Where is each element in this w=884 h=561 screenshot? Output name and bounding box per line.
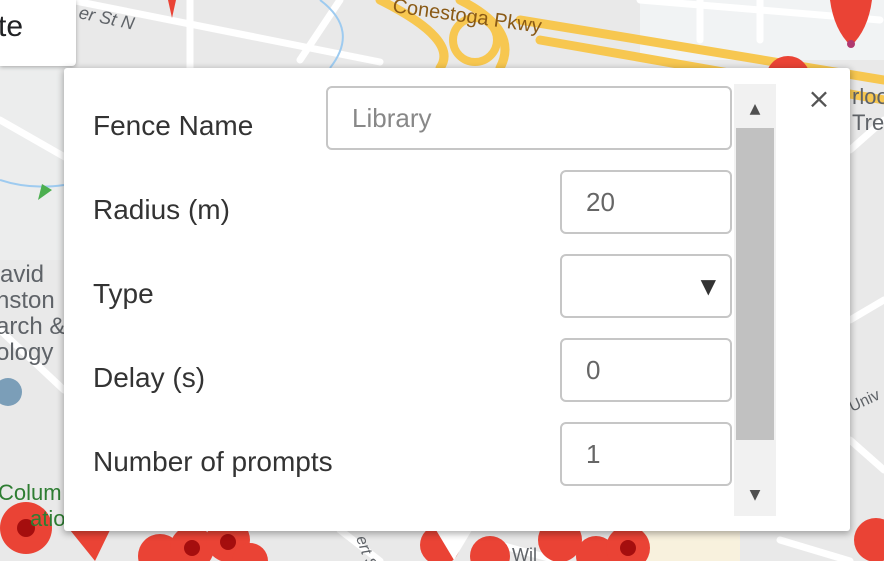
place-label-line1: avid [0, 261, 44, 288]
place-label-right-1: rloo [852, 84, 884, 109]
close-button[interactable]: × [804, 84, 834, 114]
prompts-row: Number of prompts 1 [64, 422, 744, 492]
scroll-down-icon[interactable]: ▼ [734, 480, 776, 510]
geofence-info-window: × Fence Name Library Radius (m) 20 Type … [64, 68, 850, 531]
prompts-placeholder: 1 [586, 439, 601, 469]
form-scrollbar[interactable]: ▲ ▼ [734, 84, 776, 516]
place-label-colum-2: atio [30, 506, 65, 531]
prompts-input[interactable]: 1 [560, 422, 732, 486]
delay-input[interactable]: 0 [560, 338, 732, 402]
info-window-tail [436, 530, 472, 560]
place-label-colum-1: Colum [0, 480, 62, 505]
scroll-thumb[interactable] [736, 128, 774, 440]
delay-label: Delay (s) [93, 362, 206, 393]
radius-row: Radius (m) 20 [64, 170, 744, 240]
radius-input[interactable]: 20 [560, 170, 732, 234]
type-label: Type [93, 278, 154, 309]
fence-name-placeholder: Library [352, 103, 432, 133]
place-label-right-2: Tre [852, 110, 884, 135]
type-row: Type ▼ [64, 254, 744, 324]
scroll-up-icon[interactable]: ▲ [734, 94, 776, 124]
delay-placeholder: 0 [586, 355, 601, 385]
type-select[interactable]: ▼ [560, 254, 732, 318]
chevron-down-icon: ▼ [700, 274, 716, 298]
place-label-line2: nston [0, 287, 55, 314]
prompts-label: Number of prompts [93, 446, 333, 477]
delay-row: Delay (s) 0 [64, 338, 744, 408]
fence-name-row: Fence Name Library [64, 86, 744, 156]
map-control-label: te [0, 10, 24, 43]
place-label-line3: arch & [0, 313, 65, 340]
map-control-box[interactable]: te [0, 0, 76, 66]
fence-name-input[interactable]: Library [326, 86, 732, 150]
road-label-wil: Wil [512, 545, 537, 561]
close-icon: × [807, 82, 831, 115]
radius-placeholder: 20 [586, 187, 615, 217]
fence-name-label: Fence Name [93, 110, 254, 141]
place-label-line4: ology [0, 339, 53, 366]
radius-label: Radius (m) [93, 194, 230, 225]
